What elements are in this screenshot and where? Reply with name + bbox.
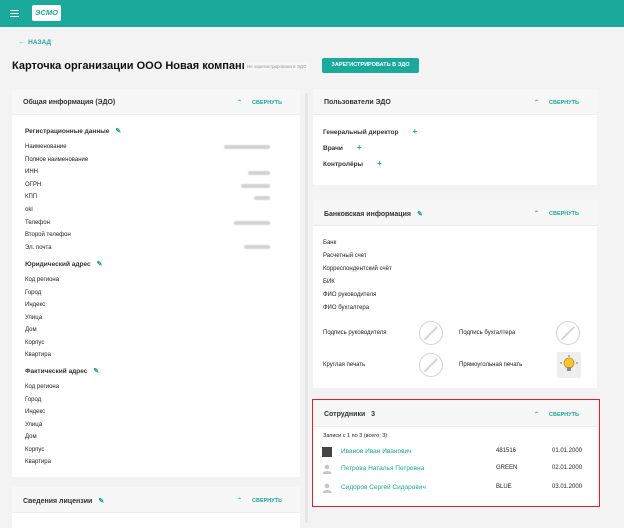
edit-license-pencil-icon[interactable]: ✎ <box>98 497 104 505</box>
menu-icon[interactable] <box>10 10 19 18</box>
users-card: Пользователи ЭДО ⌃ СВЕРНУТЬ Генеральный д… <box>313 89 597 185</box>
actual-address-title: Фактический адрес ✎ <box>25 367 100 375</box>
users-title: Пользователи ЭДО <box>324 99 391 106</box>
field-label: ОГРН <box>25 181 42 188</box>
field-label: Второй телефон <box>25 232 71 239</box>
rect-seal-label: Прямоугольная печать <box>459 362 523 368</box>
field-label: Город <box>25 396 42 403</box>
license-title: Сведения лицензии ✎ <box>23 497 105 505</box>
field-label: Телефон <box>25 219 50 226</box>
back-label: НАЗАД <box>28 39 52 46</box>
add-doctor-plus-icon[interactable]: + <box>357 143 362 152</box>
users-header[interactable]: Пользователи ЭДО ⌃ СВЕРНУТЬ <box>313 89 597 115</box>
edit-actual-pencil-icon[interactable]: ✎ <box>93 367 99 375</box>
bank-collapse-button[interactable]: ⌃ СВЕРНУТЬ <box>534 210 579 217</box>
legal-address-title: Юридический адрес ✎ <box>25 260 103 268</box>
lightbulb-icon[interactable] <box>557 352 581 378</box>
field-label: Корпус <box>25 339 45 346</box>
phone-value-blurred <box>234 221 270 225</box>
field-label: Расчетный счет <box>323 253 367 259</box>
arrow-left-icon: ← <box>18 39 25 46</box>
add-director-plus-icon[interactable]: + <box>413 127 418 136</box>
field-label: Банк <box>323 240 337 246</box>
field-label: Индекс <box>25 302 46 308</box>
employees-highlight-frame <box>312 399 600 507</box>
field-label: БИК <box>323 279 335 285</box>
director-signature-label: Подпись руководителя <box>323 330 387 336</box>
accountant-signature-label: Подпись бухгалтера <box>459 330 516 336</box>
field-label: ФИО руководителя <box>323 292 377 298</box>
field-label: Корпус <box>25 446 45 453</box>
general-info-header[interactable]: Общая информация (ЭДО) ⌃ СВЕРНУТЬ <box>12 89 300 115</box>
chevron-up-icon: ⌃ <box>236 498 242 504</box>
role-controllers: Контролёры + <box>323 159 382 168</box>
field-label: Дом <box>25 327 37 333</box>
field-label: Наименование <box>25 144 67 150</box>
bank-card: Банковская информация ✎ ⌃ СВЕРНУТЬ Банк Рас… <box>313 200 597 388</box>
edo-status-badge: Не зарегистрирована в ЭДО <box>244 62 310 71</box>
field-label: Квартира <box>25 459 51 465</box>
field-label: Улица <box>25 421 43 428</box>
field-label: Улица <box>25 314 43 321</box>
general-info-title: Общая информация (ЭДО) <box>23 99 116 106</box>
field-label: ИНН <box>25 169 38 176</box>
field-label: ФИО бухгалтера <box>323 305 370 311</box>
chevron-up-icon: ⌃ <box>236 100 242 106</box>
name-value-blurred <box>224 145 270 149</box>
field-label: Индекс <box>25 409 46 415</box>
field-label: Квартира <box>25 352 51 358</box>
field-label: КПП <box>25 194 38 201</box>
bank-title: Банковская информация ✎ <box>324 210 423 218</box>
field-label: Код региона <box>25 384 60 390</box>
general-collapse-button[interactable]: ⌃ СВЕРНУТЬ <box>237 99 282 106</box>
top-bar: ЭСМО <box>0 0 624 27</box>
field-label: Код региона <box>25 277 60 283</box>
round-seal-label: Круглая печать <box>323 362 366 368</box>
page-title: Карточка организации ООО Новая компания <box>12 60 255 72</box>
add-controller-plus-icon[interactable]: + <box>377 159 382 168</box>
no-image-icon[interactable] <box>419 353 443 377</box>
register-edo-button[interactable]: ЗАРЕГИСТРИРОВАТЬ В ЭДО <box>322 58 419 73</box>
license-header[interactable]: Сведения лицензии ✎ ⌃ СВЕРНУТЬ <box>12 487 300 513</box>
field-label: okl <box>25 207 33 213</box>
ogrn-value-blurred <box>241 184 270 188</box>
edit-legal-pencil-icon[interactable]: ✎ <box>97 260 103 268</box>
bank-header[interactable]: Банковская информация ✎ ⌃ СВЕРНУТЬ <box>313 200 597 226</box>
field-label: Город <box>25 289 42 296</box>
general-info-card: Общая информация (ЭДО) ⌃ СВЕРНУТЬ Регистр… <box>12 89 300 477</box>
reg-data-title: Регистрационные данные ✎ <box>25 127 122 135</box>
chevron-up-icon: ⌃ <box>533 100 539 106</box>
field-label: Эл. почта <box>25 244 52 251</box>
users-collapse-button[interactable]: ⌃ СВЕРНУТЬ <box>534 99 579 106</box>
license-collapse-button[interactable]: ⌃ СВЕРНУТЬ <box>237 497 282 504</box>
scrollbar[interactable] <box>305 93 308 523</box>
chevron-up-icon: ⌃ <box>533 211 539 217</box>
field-label: Корреспондентский счёт <box>323 266 392 272</box>
kpp-value-blurred <box>254 196 270 200</box>
back-link[interactable]: ← НАЗАД <box>18 39 51 46</box>
field-label: Полное наименование <box>25 156 89 163</box>
inn-value-blurred <box>248 171 270 175</box>
email-value-blurred <box>244 245 270 249</box>
logo[interactable]: ЭСМО <box>32 5 61 21</box>
edit-bank-pencil-icon[interactable]: ✎ <box>417 210 423 218</box>
license-card: Сведения лицензии ✎ ⌃ СВЕРНУТЬ <box>12 487 300 528</box>
role-general-director: Генеральный директор + <box>323 127 418 136</box>
field-label: Дом <box>25 434 37 440</box>
no-image-icon[interactable] <box>419 321 443 345</box>
edit-reg-pencil-icon[interactable]: ✎ <box>115 127 121 135</box>
role-doctors: Врачи + <box>323 143 362 152</box>
no-image-icon[interactable] <box>556 321 580 345</box>
